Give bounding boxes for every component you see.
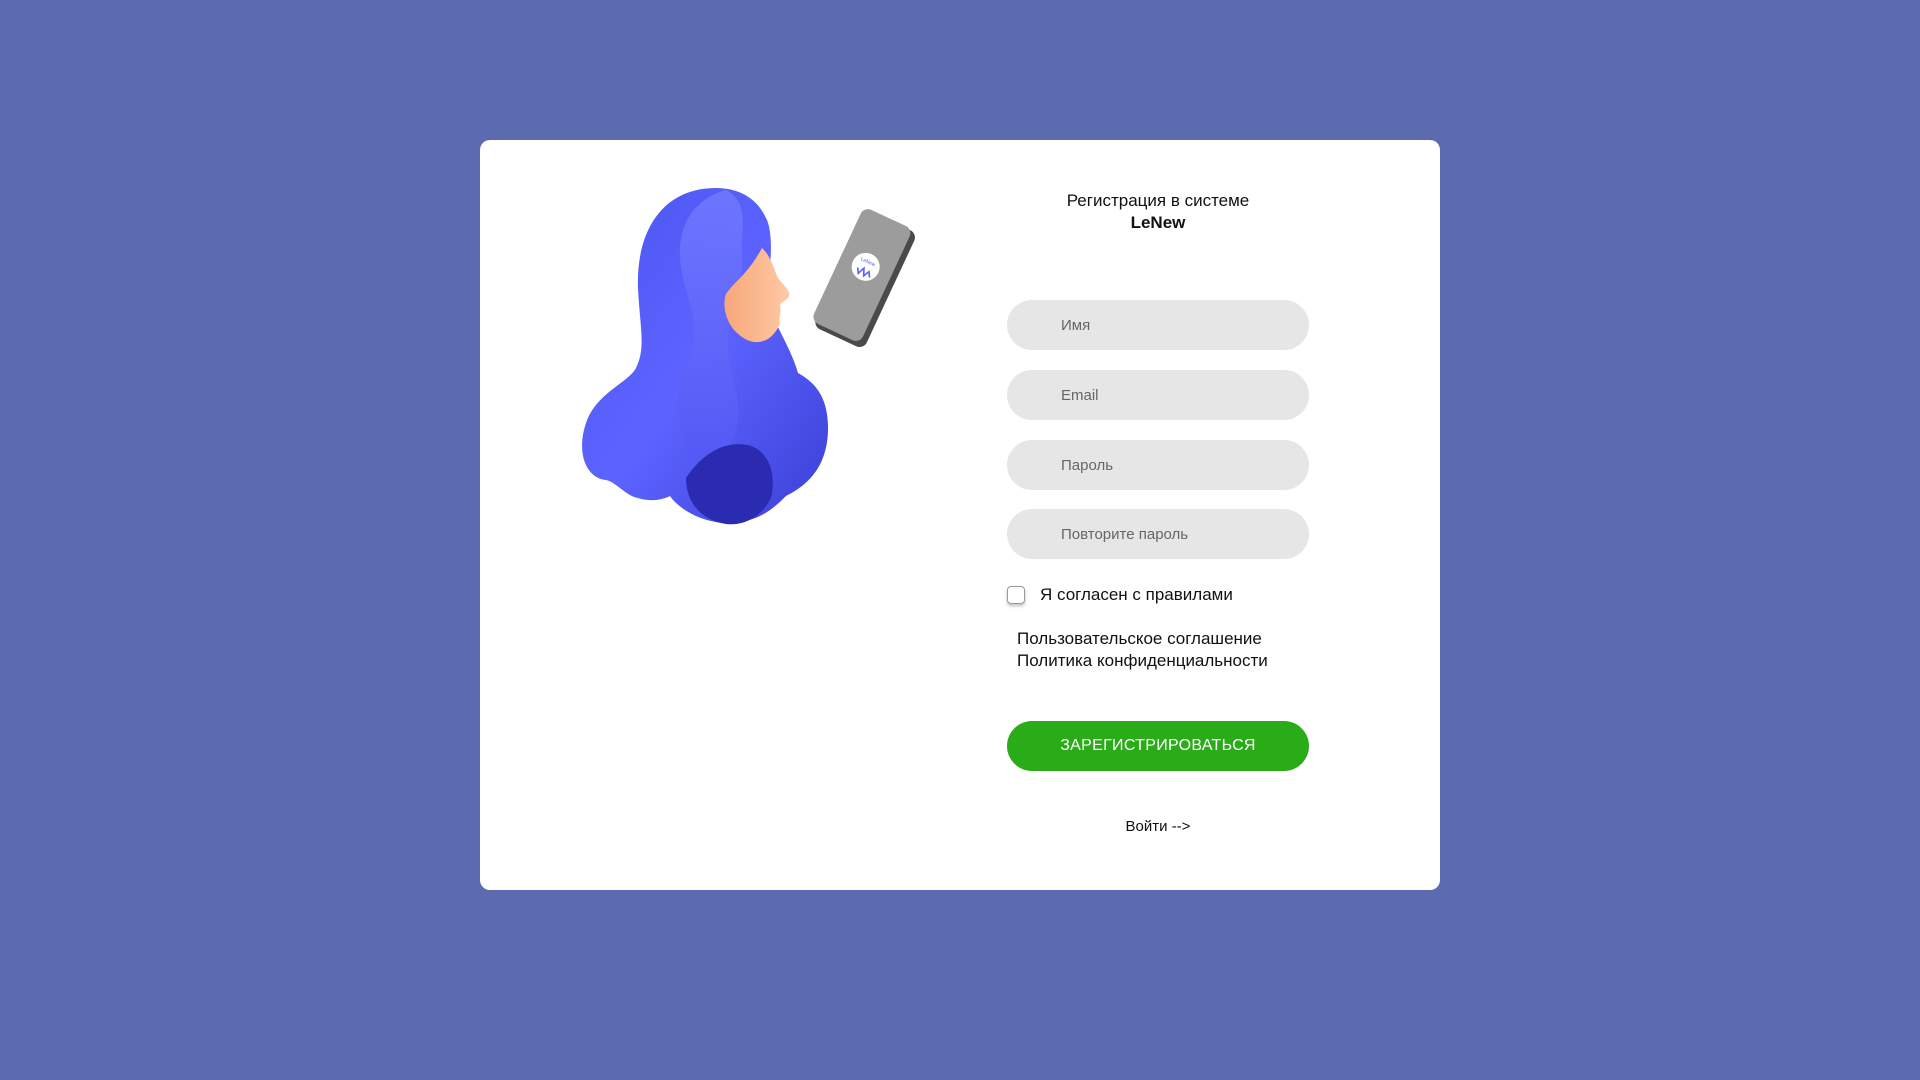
legal-links: Пользовательское соглашение Политика кон… (1017, 628, 1268, 672)
woman-with-phone-illustration: LeNew (582, 188, 915, 525)
page-title: Регистрация в системе LeNew (1007, 190, 1309, 234)
user-agreement-link[interactable]: Пользовательское соглашение (1017, 628, 1268, 650)
login-link[interactable]: Войти --> (1007, 818, 1309, 835)
password-input[interactable] (1007, 440, 1309, 490)
agree-label: Я согласен с правилами (1040, 585, 1233, 604)
email-input[interactable] (1007, 370, 1309, 420)
title-text: Регистрация в системе (1066, 191, 1250, 210)
privacy-policy-link[interactable]: Политика конфиденциальности (1017, 650, 1268, 672)
agree-terms[interactable]: Я согласен с правилами (1007, 584, 1233, 606)
agree-checkbox[interactable] (1007, 586, 1025, 604)
brand-name: LeNew (1130, 213, 1186, 232)
repeat-password-input[interactable] (1007, 509, 1309, 559)
phone-icon: LeNew (813, 209, 915, 348)
name-input[interactable] (1007, 300, 1309, 350)
registration-card: LeNew Регистрация в системе LeNew Я согл… (480, 140, 1440, 890)
register-button[interactable]: ЗАРЕГИСТРИРОВАТЬСЯ (1007, 721, 1309, 771)
